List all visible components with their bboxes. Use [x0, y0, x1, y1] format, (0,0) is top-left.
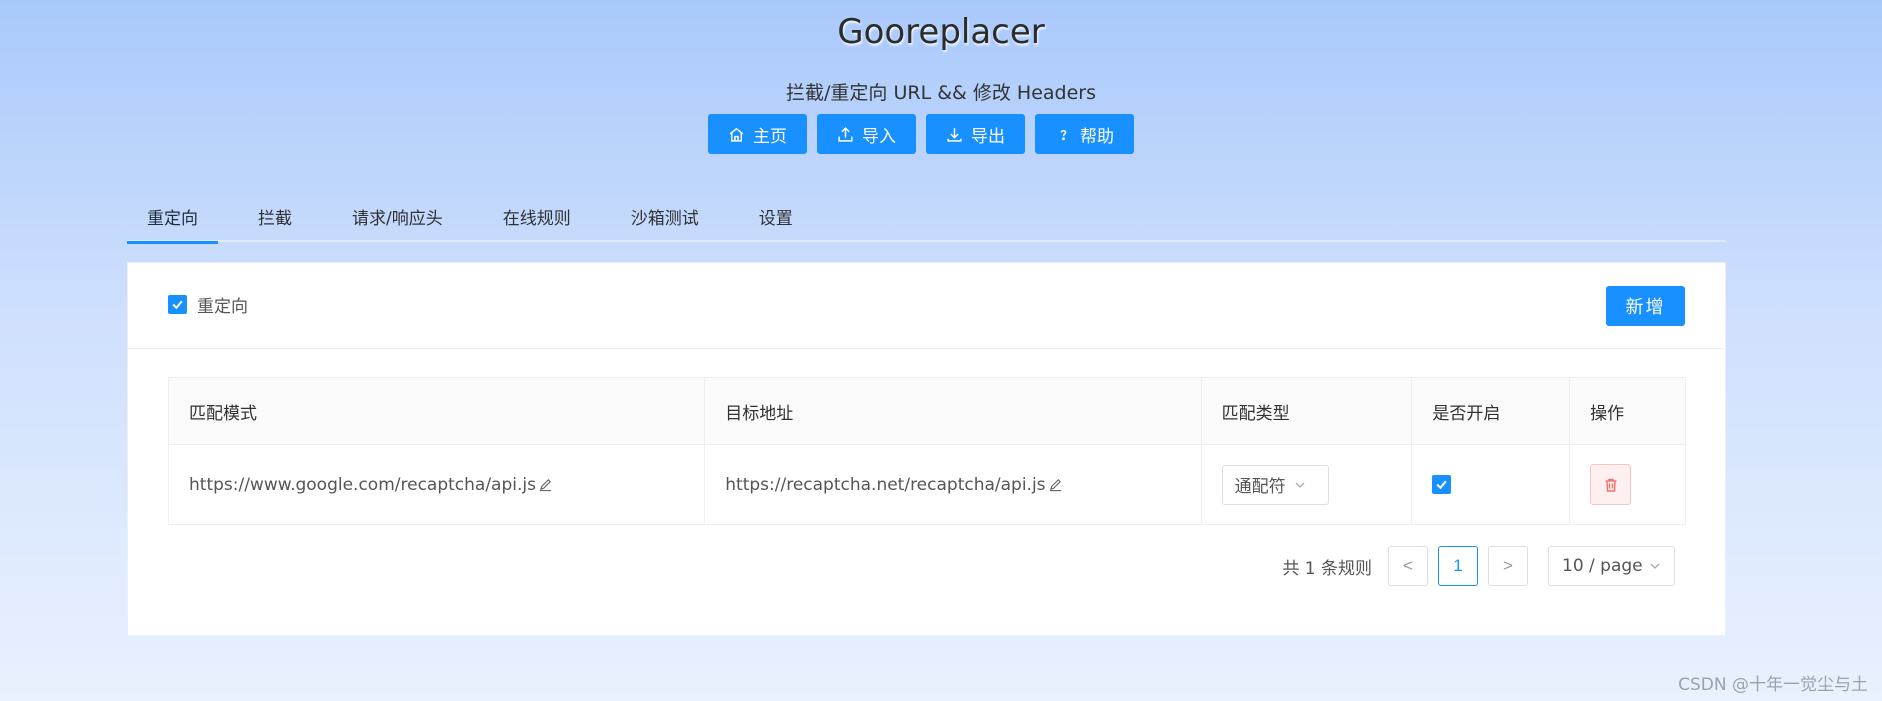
target-text: https://recaptcha.net/recaptcha/api.js	[725, 474, 1046, 495]
page-size-select[interactable]: 10 / page	[1548, 546, 1675, 586]
import-button[interactable]: 导入	[817, 114, 916, 154]
download-icon	[947, 127, 962, 142]
pattern-text: https://www.google.com/recaptcha/api.js	[189, 474, 536, 495]
toolbar: 主页 导入 导出 帮助	[708, 114, 1134, 154]
tab-bar: 重定向 拦截 请求/响应头 在线规则 沙箱测试 设置	[127, 190, 1726, 244]
pagination: 共 1 条规则 < 1 > 10 / page	[1282, 546, 1675, 586]
tab-headers[interactable]: 请求/响应头	[332, 190, 463, 242]
chevron-down-icon	[1650, 563, 1660, 569]
app-title: Gooreplacer	[837, 12, 1045, 52]
prev-page-button[interactable]: <	[1388, 546, 1428, 586]
check-icon	[172, 300, 183, 310]
edit-icon[interactable]	[1048, 477, 1063, 492]
home-button-label: 主页	[753, 126, 787, 147]
help-button[interactable]: 帮助	[1035, 114, 1134, 154]
help-button-label: 帮助	[1080, 126, 1114, 147]
tab-settings[interactable]: 设置	[739, 190, 813, 242]
tab-block[interactable]: 拦截	[238, 190, 312, 242]
actions-cell	[1570, 445, 1685, 524]
tab-online-rules[interactable]: 在线规则	[483, 190, 591, 242]
column-header-actions: 操作	[1590, 403, 1625, 424]
edit-icon[interactable]	[538, 477, 553, 492]
target-cell[interactable]: https://recaptcha.net/recaptcha/api.js	[705, 445, 1202, 524]
next-page-label: >	[1503, 556, 1513, 575]
match-type-value: 通配符	[1234, 477, 1286, 497]
enabled-cell	[1412, 445, 1571, 524]
add-rule-button[interactable]: 新增	[1606, 286, 1685, 326]
home-button[interactable]: 主页	[708, 114, 807, 154]
redirect-enable-checkbox[interactable]	[168, 295, 187, 314]
rules-table: 匹配模式 目标地址 匹配类型 是否开启 操作 https://www.googl…	[168, 377, 1686, 525]
column-header-enabled: 是否开启	[1412, 378, 1571, 444]
home-icon	[729, 127, 744, 142]
pagination-total: 共 1 条规则	[1282, 558, 1372, 579]
redirect-panel: 重定向 新增 匹配模式 目标地址 匹配类型 是否开启 操作 https://ww…	[127, 262, 1726, 636]
next-page-button[interactable]: >	[1488, 546, 1528, 586]
redirect-enable-label: 重定向	[197, 297, 248, 317]
pattern-cell[interactable]: https://www.google.com/recaptcha/api.js	[169, 445, 706, 524]
rule-enabled-checkbox[interactable]	[1432, 475, 1452, 494]
question-icon	[1060, 129, 1067, 140]
match-type-cell: 通配符	[1202, 445, 1413, 524]
table-header-row: 匹配模式 目标地址 匹配类型 是否开启 操作	[169, 378, 1685, 445]
tab-sandbox[interactable]: 沙箱测试	[611, 190, 719, 242]
check-icon	[1436, 480, 1447, 490]
column-header-pattern: 匹配模式	[169, 378, 706, 444]
column-header-target: 目标地址	[705, 378, 1202, 444]
export-button[interactable]: 导出	[926, 114, 1025, 154]
chevron-down-icon	[1295, 482, 1305, 488]
delete-rule-button[interactable]	[1590, 464, 1632, 505]
prev-page-label: <	[1403, 556, 1413, 575]
export-button-label: 导出	[971, 126, 1005, 147]
column-header-match-type: 匹配类型	[1202, 378, 1413, 444]
panel-header: 重定向 新增	[128, 263, 1725, 349]
page-size-value: 10 / page	[1562, 556, 1643, 576]
table-row: https://www.google.com/recaptcha/api.js …	[169, 445, 1685, 525]
match-type-select[interactable]: 通配符	[1221, 464, 1329, 505]
page-number-button[interactable]: 1	[1438, 546, 1478, 586]
import-button-label: 导入	[862, 126, 896, 147]
app-subtitle: 拦截/重定向 URL && 修改 Headers	[786, 82, 1096, 104]
tab-redirect[interactable]: 重定向	[127, 190, 218, 244]
watermark: CSDN @十年一觉尘与土	[1678, 675, 1868, 695]
redirect-enable-toggle[interactable]: 重定向	[168, 292, 248, 317]
trash-icon	[1605, 478, 1617, 492]
upload-icon	[838, 126, 853, 142]
